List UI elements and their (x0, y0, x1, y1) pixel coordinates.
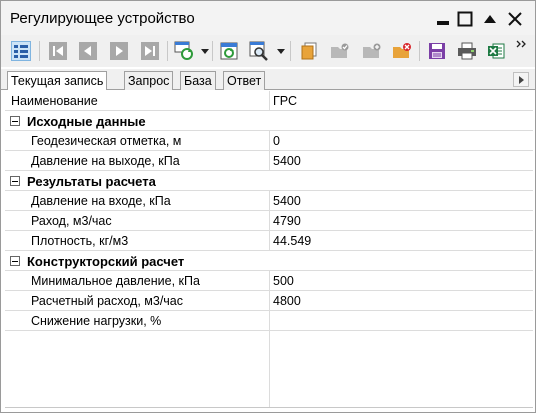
column-divider (269, 231, 270, 251)
title-bar: Регулирующее устройство (1, 1, 535, 35)
column-divider (269, 211, 270, 231)
collapse-icon[interactable] (10, 116, 20, 126)
property-value[interactable]: 5400 (273, 154, 301, 168)
column-divider (269, 191, 270, 211)
column-divider (269, 311, 270, 331)
chevron-down-icon[interactable] (277, 47, 285, 55)
property-row[interactable]: Снижение нагрузки, % (5, 311, 533, 331)
overflow-chevron-icon[interactable] (515, 37, 529, 48)
tab-answer[interactable]: Ответ (223, 71, 266, 90)
column-divider (269, 131, 270, 151)
maximize-icon[interactable] (456, 10, 474, 28)
group-title: Результаты расчета (27, 174, 156, 189)
property-value[interactable]: 4790 (273, 214, 301, 228)
property-value[interactable]: 44.549 (273, 234, 311, 248)
toolbar-separator (290, 41, 291, 61)
property-name: Геодезическая отметка, м (31, 134, 182, 148)
close-icon[interactable] (506, 10, 524, 28)
collapse-up-icon[interactable] (481, 10, 499, 28)
header-row[interactable]: Наименование ГРС (5, 91, 533, 111)
folder-delete-icon[interactable] (392, 41, 412, 61)
print-icon[interactable] (457, 41, 477, 61)
property-name: Снижение нагрузки, % (31, 314, 162, 328)
column-divider (269, 91, 270, 111)
first-record-icon[interactable] (48, 41, 68, 61)
group-row-design[interactable]: Конструкторский расчет (5, 251, 533, 271)
window: Регулирующее устройство Текущая запись З… (0, 0, 536, 413)
tab-label: Запрос (128, 74, 170, 88)
save-icon[interactable] (427, 41, 447, 61)
prev-record-icon[interactable] (78, 41, 98, 61)
tab-current-record[interactable]: Текущая запись (7, 71, 108, 90)
tab-query[interactable]: Запрос (124, 71, 174, 90)
group-row-results[interactable]: Результаты расчета (5, 171, 533, 191)
chevron-down-icon[interactable] (201, 47, 209, 55)
grid-bottom-border (5, 407, 533, 408)
property-name: Расчетный расход, м3/час (31, 294, 184, 308)
property-value[interactable]: 0 (273, 134, 280, 148)
tab-label: Ответ (227, 74, 262, 88)
new-doc-icon[interactable] (299, 41, 319, 61)
property-name: Давление на выходе, кПа (31, 154, 180, 168)
property-name: Давление на входе, кПа (31, 194, 171, 208)
collapse-icon[interactable] (10, 256, 20, 266)
reload-icon[interactable] (219, 41, 239, 61)
property-row[interactable]: Геодезическая отметка, м 0 (5, 131, 533, 151)
name-value: ГРС (273, 94, 297, 108)
folder-add-icon[interactable] (362, 41, 382, 61)
collapse-icon[interactable] (10, 176, 20, 186)
tab-bar: Текущая запись Запрос База Ответ (1, 69, 535, 90)
property-name: Минимальное давление, кПа (31, 274, 200, 288)
group-title: Конструкторский расчет (27, 254, 185, 269)
tab-label: База (184, 74, 212, 88)
next-record-icon[interactable] (109, 41, 129, 61)
property-row[interactable]: Плотность, кг/м3 44.549 (5, 231, 533, 251)
last-record-icon[interactable] (140, 41, 160, 61)
tab-label: Текущая запись (11, 74, 104, 88)
property-value[interactable]: 4800 (273, 294, 301, 308)
column-divider (269, 291, 270, 311)
name-header: Наименование (11, 94, 98, 108)
toolbar-separator (39, 41, 40, 61)
column-divider (269, 331, 270, 407)
property-value[interactable]: 500 (273, 274, 294, 288)
column-divider (269, 271, 270, 291)
toolbar-separator (419, 41, 420, 61)
pin-icon[interactable] (434, 10, 452, 28)
property-name: Раход, м3/час (31, 214, 112, 228)
group-row-input-data[interactable]: Исходные данные (5, 111, 533, 131)
zoom-icon[interactable] (249, 41, 269, 61)
property-row[interactable]: Давление на выходе, кПа 5400 (5, 151, 533, 171)
grid-view-icon[interactable] (11, 41, 31, 61)
toolbar (1, 35, 535, 67)
refresh-icon[interactable] (174, 41, 194, 61)
group-title: Исходные данные (27, 114, 146, 129)
excel-icon[interactable] (486, 41, 506, 61)
property-value[interactable]: 5400 (273, 194, 301, 208)
property-name: Плотность, кг/м3 (31, 234, 129, 248)
property-grid: Наименование ГРС Исходные данные Геодези… (5, 91, 533, 407)
toolbar-separator (212, 41, 213, 61)
toolbar-separator (167, 41, 168, 61)
property-row[interactable]: Давление на входе, кПа 5400 (5, 191, 533, 211)
column-divider (269, 151, 270, 171)
folder-check-icon[interactable] (330, 41, 350, 61)
property-row[interactable]: Расчетный расход, м3/час 4800 (5, 291, 533, 311)
tab-scroll-right-icon[interactable] (513, 72, 529, 87)
property-row[interactable]: Минимальное давление, кПа 500 (5, 271, 533, 291)
property-row[interactable]: Раход, м3/час 4790 (5, 211, 533, 231)
tab-database[interactable]: База (180, 71, 216, 90)
window-title: Регулирующее устройство (10, 10, 195, 27)
